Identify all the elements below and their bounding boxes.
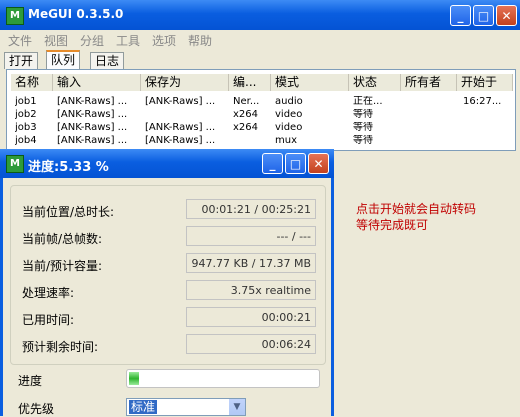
column-header-output[interactable]: 保存为 bbox=[141, 74, 229, 91]
remaining-label: 预计剩余时间: bbox=[22, 340, 99, 354]
menu-options[interactable]: 选项 bbox=[152, 32, 176, 49]
filesize-value: 947.77 KB / 17.37 MB bbox=[186, 253, 316, 273]
remaining-value: 00:06:24 bbox=[186, 334, 316, 354]
chevron-down-icon[interactable]: ▼ bbox=[229, 399, 245, 415]
progress-bar bbox=[126, 369, 320, 388]
tab-open[interactable]: 打开 bbox=[4, 52, 39, 69]
cell-output: [ANK-Raws] ... bbox=[145, 96, 216, 107]
column-header-owner[interactable]: 所有者 bbox=[401, 74, 457, 91]
position-label: 当前位置/总时长: bbox=[22, 205, 115, 219]
cell-name: job1 bbox=[15, 96, 37, 107]
menu-file[interactable]: 文件 bbox=[8, 32, 32, 49]
cell-encoder: x264 bbox=[233, 109, 259, 120]
column-header-mode[interactable]: 模式 bbox=[271, 74, 349, 91]
elapsed-label: 已用时间: bbox=[22, 313, 75, 327]
position-value: 00:01:21 / 00:25:21 bbox=[186, 199, 316, 219]
cell-start: 16:27... bbox=[463, 96, 502, 107]
progress-label: 进度 bbox=[18, 374, 43, 388]
tab-queue[interactable]: 队列 bbox=[46, 50, 81, 71]
progress-dialog-title-bar: M 进度:5.33 % _ □ ✕ bbox=[0, 149, 334, 178]
dialog-minimize-button[interactable]: _ bbox=[262, 153, 283, 174]
cell-encoder: x264 bbox=[233, 122, 259, 133]
column-header-start[interactable]: 开始于 bbox=[457, 74, 513, 91]
speed-label: 处理速率: bbox=[22, 286, 75, 300]
main-title-bar: M MeGUI 0.3.5.0 _ □ ✕ bbox=[0, 0, 520, 30]
priority-selected-value: 标准 bbox=[129, 400, 158, 414]
frames-value: --- / --- bbox=[186, 226, 316, 246]
cell-status: 等待 bbox=[353, 135, 373, 146]
progress-dialog-icon: M bbox=[6, 155, 24, 173]
priority-label: 优先级 bbox=[18, 402, 55, 416]
column-header-name[interactable]: 名称 bbox=[11, 74, 53, 91]
cell-mode: video bbox=[275, 109, 303, 120]
cell-input: [ANK-Raws] ... bbox=[57, 96, 128, 107]
megui-app-icon: M bbox=[6, 7, 24, 25]
main-tabs: 打开 队列 日志 bbox=[0, 50, 520, 71]
cell-input: [ANK-Raws] ... bbox=[57, 135, 128, 146]
cell-encoder: Ner... bbox=[233, 96, 260, 107]
cell-status: 等待 bbox=[353, 109, 373, 120]
cell-input: [ANK-Raws] ... bbox=[57, 122, 128, 133]
dialog-close-button[interactable]: ✕ bbox=[308, 153, 329, 174]
speed-value: 3.75x realtime bbox=[186, 280, 316, 300]
minimize-button[interactable]: _ bbox=[450, 5, 471, 26]
cell-name: job3 bbox=[15, 122, 37, 133]
column-header-status[interactable]: 状态 bbox=[349, 74, 401, 91]
cell-name: job4 bbox=[15, 135, 37, 146]
tab-log[interactable]: 日志 bbox=[90, 52, 125, 69]
annotation-line-1: 点击开始就会自动转码 bbox=[356, 202, 477, 216]
elapsed-value: 00:00:21 bbox=[186, 307, 316, 327]
menu-tools[interactable]: 工具 bbox=[116, 32, 140, 49]
maximize-button[interactable]: □ bbox=[473, 5, 494, 26]
cell-status: 正在... bbox=[353, 96, 383, 107]
close-button[interactable]: ✕ bbox=[496, 5, 517, 26]
progress-dialog-title: 进度:5.33 % bbox=[28, 160, 109, 175]
cell-name: job2 bbox=[15, 109, 37, 120]
window-title: MeGUI 0.3.5.0 bbox=[28, 7, 124, 21]
menu-bar: 文件 视图 分组 工具 选项 帮助 bbox=[0, 30, 520, 48]
queue-table: 名称 输入 保存为 编... 模式 状态 所有者 开始于 job1 [ANK-R… bbox=[6, 69, 516, 151]
column-header-encoder[interactable]: 编... bbox=[229, 74, 271, 91]
column-header-input[interactable]: 输入 bbox=[53, 74, 141, 91]
menu-view[interactable]: 视图 bbox=[44, 32, 68, 49]
cell-mode: video bbox=[275, 122, 303, 133]
filesize-label: 当前/预计容量: bbox=[22, 259, 103, 273]
menu-group[interactable]: 分组 bbox=[80, 32, 104, 49]
progress-bar-fill bbox=[129, 372, 139, 385]
cell-mode: audio bbox=[275, 96, 303, 107]
annotation-line-2: 等待完成既可 bbox=[356, 218, 429, 232]
cell-output: [ANK-Raws] ... bbox=[145, 122, 216, 133]
cell-mode: mux bbox=[275, 135, 297, 146]
frames-label: 当前帧/总帧数: bbox=[22, 232, 103, 246]
dialog-maximize-button[interactable]: □ bbox=[285, 153, 306, 174]
cell-status: 等待 bbox=[353, 122, 373, 133]
priority-select[interactable]: 标准 ▼ bbox=[126, 398, 246, 416]
cell-output: [ANK-Raws] ... bbox=[145, 135, 216, 146]
cell-input: [ANK-Raws] ... bbox=[57, 109, 128, 120]
menu-help[interactable]: 帮助 bbox=[188, 32, 212, 49]
